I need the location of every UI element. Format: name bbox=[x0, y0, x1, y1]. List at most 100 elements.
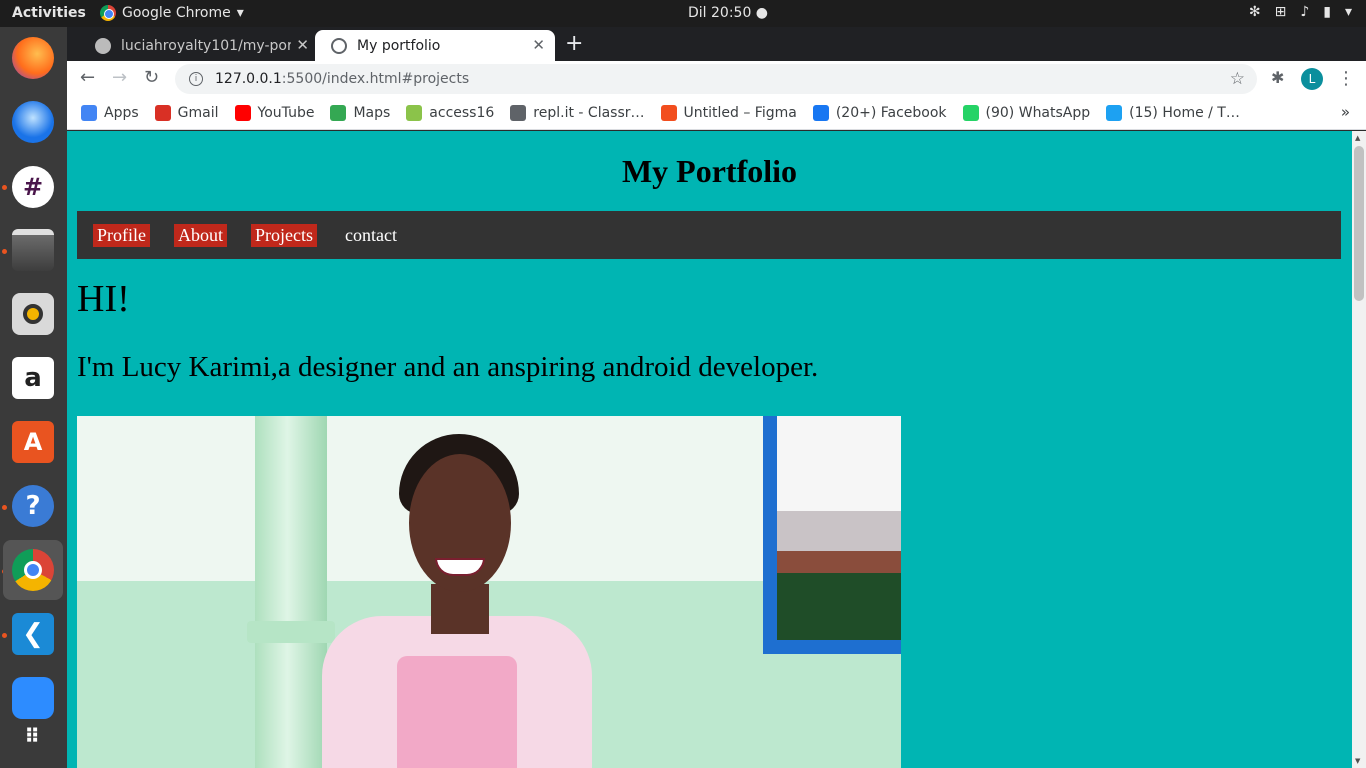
slack-icon: # bbox=[12, 166, 54, 208]
globe-icon bbox=[331, 37, 347, 54]
greeting-heading: HI! bbox=[77, 278, 130, 320]
github-icon bbox=[95, 37, 111, 54]
running-indicator bbox=[2, 633, 7, 638]
bookmark-label: repl.it - Classr… bbox=[533, 105, 645, 121]
tab-title: My portfolio bbox=[357, 37, 441, 54]
dock-files[interactable] bbox=[8, 225, 58, 275]
app-menu-label: Google Chrome bbox=[122, 5, 231, 21]
bookmarks-overflow-button[interactable]: » bbox=[1341, 103, 1350, 121]
bookmark-item[interactable]: Apps bbox=[81, 105, 139, 121]
files-icon bbox=[12, 229, 54, 271]
tab-github[interactable]: luciahroyalty101/my-portf ✕ bbox=[79, 30, 319, 61]
extensions-icon[interactable]: ✱ bbox=[1271, 68, 1284, 87]
nav-link-about[interactable]: About bbox=[174, 223, 227, 247]
network-icon[interactable]: ⊞ bbox=[1275, 4, 1287, 20]
activities-button[interactable]: Activities bbox=[12, 5, 86, 21]
bookmark-favicon-icon bbox=[234, 105, 251, 121]
dock: # a A ? ❮ ⠿ bbox=[0, 27, 67, 768]
page-viewport: My Portfolio Profile About Projects contact… bbox=[67, 131, 1352, 768]
nav-link-projects[interactable]: Projects bbox=[251, 223, 317, 247]
dock-software[interactable]: A bbox=[8, 417, 58, 467]
dock-help[interactable]: ? bbox=[8, 481, 58, 531]
chrome-icon bbox=[100, 5, 116, 21]
reload-button[interactable]: ↻ bbox=[144, 67, 159, 88]
thunderbird-icon bbox=[12, 101, 54, 143]
page-title: My Portfolio bbox=[621, 153, 798, 189]
rhythmbox-icon bbox=[12, 293, 54, 335]
tab-my-portfolio[interactable]: My portfolio ✕ bbox=[315, 30, 555, 61]
bookmark-item[interactable]: Untitled – Figma bbox=[660, 105, 797, 121]
bookmark-favicon-icon bbox=[330, 105, 347, 121]
dock-amazon[interactable]: a bbox=[8, 353, 58, 403]
star-icon[interactable]: ☆ bbox=[1230, 69, 1245, 89]
software-center-icon: A bbox=[12, 421, 54, 463]
profile-avatar[interactable]: L bbox=[1301, 68, 1323, 90]
scrollbar-thumb[interactable] bbox=[1354, 146, 1364, 301]
bookmark-item[interactable]: YouTube bbox=[234, 105, 315, 121]
clock[interactable]: Dil 20:50 ● bbox=[688, 5, 768, 21]
bookmark-label: YouTube bbox=[257, 105, 315, 121]
bookmark-item[interactable]: repl.it - Classr… bbox=[510, 105, 645, 121]
url-path: :5500/index.html#projects bbox=[281, 71, 470, 87]
browser-toolbar: ← → ↻ i 127.0.0.1:5500/index.html#projec… bbox=[67, 61, 1366, 97]
running-indicator bbox=[2, 249, 7, 254]
bookmark-label: access16 bbox=[429, 105, 495, 121]
close-icon[interactable]: ✕ bbox=[532, 36, 545, 54]
bookmark-label: (90) WhatsApp bbox=[985, 105, 1091, 121]
close-icon[interactable]: ✕ bbox=[296, 36, 309, 54]
intro-text: I'm Lucy Karimi,a designer and an anspir… bbox=[77, 351, 819, 383]
forward-button[interactable]: → bbox=[112, 67, 127, 88]
bookmark-item[interactable]: Maps bbox=[330, 105, 390, 121]
bookmark-item[interactable]: (15) Home / T… bbox=[1106, 105, 1240, 121]
show-apps-button[interactable]: ⠿ bbox=[8, 711, 58, 761]
help-icon: ? bbox=[12, 485, 54, 527]
dock-rhythmbox[interactable] bbox=[8, 289, 58, 339]
bookmark-item[interactable]: access16 bbox=[406, 105, 494, 121]
profile-photo bbox=[77, 416, 901, 768]
bookmark-label: Untitled – Figma bbox=[683, 105, 797, 121]
dock-slack[interactable]: # bbox=[8, 162, 58, 212]
menu-icon[interactable]: ⋮ bbox=[1337, 68, 1355, 89]
address-bar[interactable]: i 127.0.0.1:5500/index.html#projects ☆ bbox=[175, 64, 1257, 94]
app-menu[interactable]: Google Chrome ▾ bbox=[100, 5, 244, 21]
info-icon[interactable]: i bbox=[189, 72, 203, 86]
weather-icon[interactable]: ✻ bbox=[1249, 4, 1261, 20]
battery-icon[interactable]: ▮ bbox=[1323, 4, 1331, 20]
dock-thunderbird[interactable] bbox=[8, 97, 58, 147]
system-top-bar: Activities Google Chrome ▾ Dil 20:50 ● ✻… bbox=[0, 0, 1366, 27]
grid-icon: ⠿ bbox=[24, 724, 42, 748]
bookmarks-bar: Apps Gmail YouTube Maps access16 repl.it - Cl… bbox=[67, 97, 1366, 130]
bookmark-item[interactable]: (90) WhatsApp bbox=[962, 105, 1091, 121]
nav-link-profile[interactable]: Profile bbox=[93, 223, 150, 247]
scroll-up-arrow[interactable]: ▲ bbox=[1355, 134, 1360, 142]
dock-vscode[interactable]: ❮ bbox=[8, 609, 58, 659]
scroll-down-arrow[interactable]: ▼ bbox=[1355, 757, 1360, 765]
bookmark-favicon-icon bbox=[812, 105, 829, 121]
nav-link-contact[interactable]: contact bbox=[341, 224, 401, 247]
new-tab-button[interactable]: + bbox=[565, 31, 583, 56]
firefox-icon bbox=[12, 37, 54, 79]
chevron-down-icon[interactable]: ▾ bbox=[1345, 4, 1352, 20]
bookmark-item[interactable]: (20+) Facebook bbox=[812, 105, 947, 121]
dock-firefox[interactable] bbox=[8, 33, 58, 83]
chevron-down-icon: ▾ bbox=[236, 5, 244, 21]
running-indicator bbox=[2, 505, 7, 510]
tab-title: luciahroyalty101/my-portf bbox=[121, 37, 291, 54]
bookmark-favicon-icon bbox=[154, 105, 171, 121]
volume-icon[interactable]: ♪ bbox=[1300, 4, 1309, 20]
url-host: 127.0.0.1 bbox=[215, 71, 282, 87]
chrome-icon bbox=[12, 549, 54, 591]
system-tray[interactable]: ✻ ⊞ ♪ ▮ ▾ bbox=[1249, 4, 1352, 20]
bookmark-label: Apps bbox=[104, 105, 139, 121]
bookmark-favicon-icon bbox=[406, 105, 423, 121]
bookmark-favicon-icon bbox=[81, 105, 97, 121]
back-button[interactable]: ← bbox=[80, 67, 95, 88]
bookmark-item[interactable]: Gmail bbox=[154, 105, 219, 121]
dock-chrome[interactable] bbox=[3, 540, 63, 600]
running-indicator bbox=[2, 185, 7, 190]
bookmark-favicon-icon bbox=[660, 105, 677, 121]
site-nav: Profile About Projects contact bbox=[77, 211, 1341, 259]
bookmark-label: Maps bbox=[353, 105, 391, 121]
page-scrollbar[interactable]: ▲ ▼ bbox=[1352, 131, 1366, 768]
bookmark-label: (20+) Facebook bbox=[835, 105, 947, 121]
